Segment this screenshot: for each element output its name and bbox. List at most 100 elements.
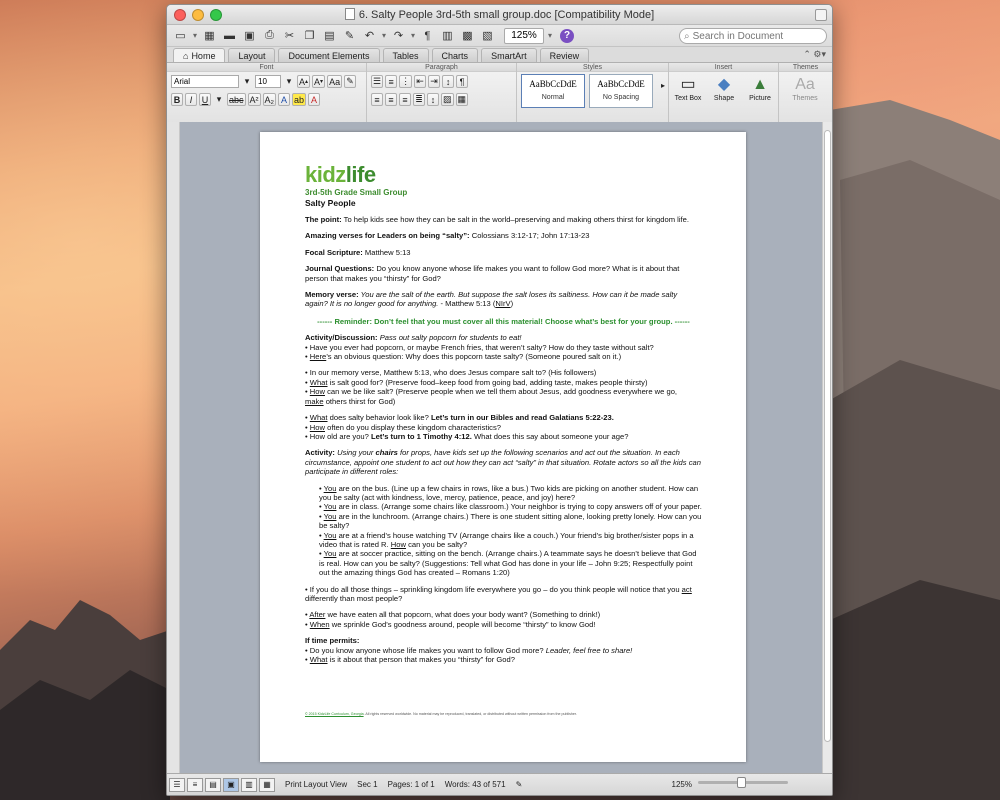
tab-home[interactable]: ⌂ Home [173,48,226,62]
align-center-icon[interactable]: ≡ [385,93,397,106]
pilcrow-icon[interactable]: ¶ [418,27,437,45]
justify-icon[interactable]: ≣ [413,93,425,106]
verses-paragraph: Amazing verses for Leaders on being “sal… [305,231,590,241]
paste-icon[interactable]: ▤ [320,27,339,45]
numbering-icon[interactable]: ≡ [385,75,398,88]
font-name-field[interactable]: Arial [171,75,239,88]
kidzlife-logo: kidzlife [305,162,376,187]
multilevel-list-icon[interactable]: ⋮ [399,75,413,88]
insert-group-label: Insert [669,63,778,72]
format-painter-icon[interactable]: ✎ [340,27,359,45]
font-color-icon[interactable]: A [308,93,321,106]
paragraph-group: Paragraph ☰ ≡ ⋮ ⇤ ⇥ ↕ ¶ ≡ ≡ ≡ ≣ ↕ ▨ ▦ [367,63,517,124]
font-size-dropdown-icon[interactable]: ▾ [283,75,295,88]
bold-icon[interactable]: B [171,93,183,106]
undo-icon[interactable]: ↶ [360,27,379,45]
vertical-scrollbar[interactable] [822,122,832,774]
discussion-block-2: • In our memory verse, Matthew 5:13, who… [305,368,678,406]
redo-icon[interactable]: ↷ [389,27,408,45]
help-icon[interactable]: ? [560,28,574,43]
picture-button[interactable]: ▲ Picture [745,75,775,102]
mountain-right [830,100,1000,800]
print-layout-view-icon[interactable]: ▣ [223,777,239,792]
draft-view-icon[interactable]: ☰ [169,777,185,792]
tab-document-elements[interactable]: Document Elements [278,48,380,62]
shading-icon[interactable]: ▨ [441,93,454,106]
tab-tables[interactable]: Tables [382,48,429,62]
align-left-icon[interactable]: ≡ [371,93,383,106]
notebook-view-icon[interactable]: ▥ [241,777,257,792]
text-box-icon: ▭ [680,76,696,93]
time-permits-block: If time permits: • Do you know anyone wh… [305,636,633,665]
undo-dropdown-icon[interactable]: ▾ [380,27,388,45]
clear-formatting-icon[interactable]: ✎ [344,75,357,88]
shape-button[interactable]: ◆ Shape [709,75,739,102]
style-normal[interactable]: AaBbCcDdE Normal [521,74,585,108]
copy-icon[interactable]: ❐ [300,27,319,45]
search-field[interactable]: ⌕ [679,28,827,44]
strikethrough-icon[interactable]: abc [227,93,246,106]
themes-button[interactable]: Aa Themes [790,75,820,102]
cut-icon[interactable]: ✂ [280,27,299,45]
zoom-slider-knob[interactable] [737,777,746,788]
fullscreen-button[interactable] [815,9,827,21]
font-name-dropdown-icon[interactable]: ▾ [241,75,253,88]
document-icon [344,8,355,20]
templates-icon[interactable]: ▦ [200,27,219,45]
new-document-icon[interactable]: ▭ [171,27,190,45]
bullets-icon[interactable]: ☰ [371,75,384,88]
styles-scroll-icon[interactable]: ▸ [657,79,669,92]
ending-question-1: • If you do all those things – sprinklin… [305,584,692,603]
underline-icon[interactable]: U [199,93,211,106]
document-page[interactable]: kidzlife 3rd-5th Grade Small Group Salty… [260,132,746,762]
increase-indent-icon[interactable]: ⇥ [428,75,441,88]
zoom-dropdown-icon[interactable]: ▾ [545,31,555,40]
redo-dropdown-icon[interactable]: ▾ [409,27,417,45]
tab-charts[interactable]: Charts [431,48,479,62]
text-effects-icon[interactable]: A [278,93,291,106]
ribbon-options-icon[interactable]: ⌃ ⚙▾ [803,49,826,60]
sidebar-icon[interactable]: ▥ [438,27,457,45]
track-changes-icon[interactable]: ✎ [516,780,523,789]
text-box-button[interactable]: ▭ Text Box [673,75,703,102]
line-spacing-icon[interactable]: ↕ [427,93,439,106]
scenario-list: • You are on the bus. (Line up a few cha… [319,483,702,578]
borders-icon[interactable]: ▦ [455,93,469,106]
font-size-field[interactable]: 10 [255,75,281,88]
search-input[interactable] [692,30,813,42]
scroll-thumb[interactable] [824,130,831,742]
discussion-block-3: • What does salty behavior look like? Le… [305,413,629,441]
shrink-font-icon[interactable]: A ▾ [312,75,326,88]
shape-icon: ◆ [717,76,731,93]
window-title: 6. Salty People 3rd-5th small group.doc … [167,8,832,21]
point-paragraph: The point: To help kids see how they can… [305,215,689,224]
full-screen-view-icon[interactable]: ▦ [259,777,275,792]
open-folder-icon[interactable]: ▬ [220,27,239,45]
tab-layout[interactable]: Layout [228,48,276,62]
superscript-icon[interactable]: A² [247,93,261,106]
picture-icon: ▲ [752,76,768,93]
tab-review[interactable]: Review [539,48,590,62]
show-formatting-icon[interactable]: ¶ [456,75,469,88]
italic-icon[interactable]: I [185,93,197,106]
decrease-indent-icon[interactable]: ⇤ [414,75,427,88]
publishing-view-icon[interactable]: ▤ [205,777,221,792]
zoom-field[interactable]: 125% [504,27,544,44]
media-browser-icon[interactable]: ▧ [478,27,497,45]
grow-font-icon[interactable]: A ▴ [297,75,311,88]
underline-dropdown-icon[interactable]: ▾ [213,93,225,106]
change-case-icon[interactable]: Aa [327,75,343,88]
subscript-icon[interactable]: A₂ [262,93,277,106]
outline-view-icon[interactable]: ≡ [187,777,203,792]
save-icon[interactable]: ▣ [240,27,259,45]
print-icon[interactable]: ⎙ [260,27,279,45]
themes-group-label: Themes [779,63,832,72]
align-right-icon[interactable]: ≡ [399,93,411,106]
sort-icon[interactable]: ↕ [442,75,455,88]
tab-smartart[interactable]: SmartArt [481,48,537,62]
toolbox-icon[interactable]: ▩ [458,27,477,45]
highlight-icon[interactable]: ab [292,93,307,106]
ribbon: Font Arial ▾ 10 ▾ A ▴ A ▾ Aa ✎ B I U ▾ abc… [167,63,832,125]
new-dropdown-icon[interactable]: ▾ [191,27,199,45]
style-no-spacing[interactable]: AaBbCcDdE No Spacing [589,74,653,108]
